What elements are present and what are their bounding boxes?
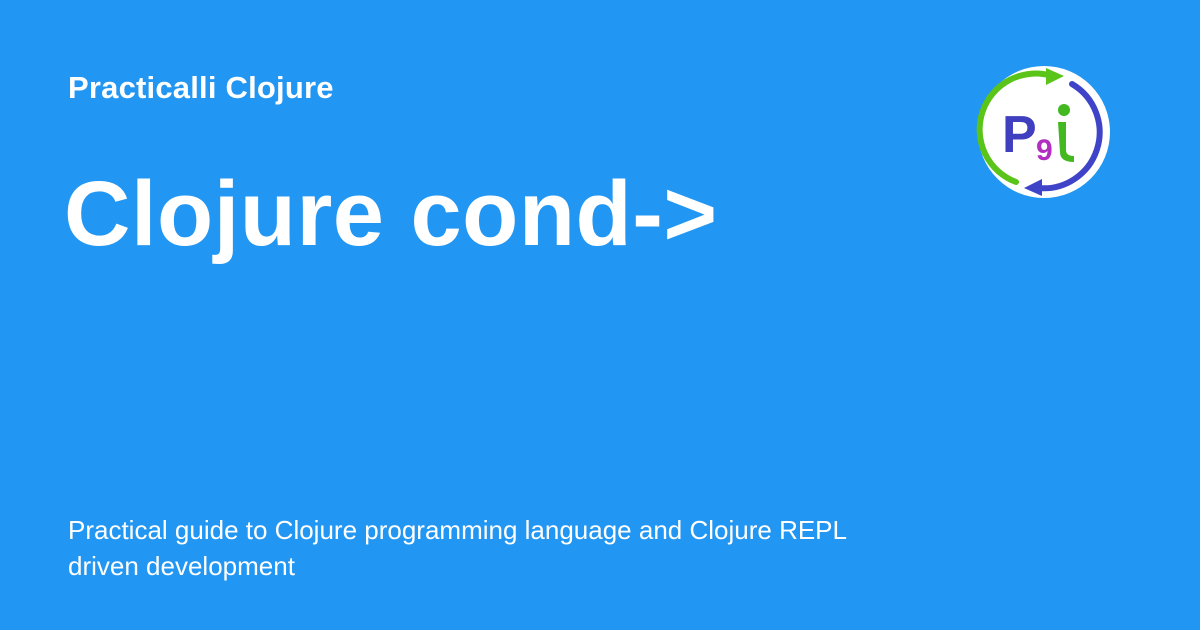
practicalli-logo-svg: P 9 (976, 66, 1110, 198)
site-name: Practicalli Clojure (68, 70, 334, 105)
page-description: Practical guide to Clojure programming l… (68, 515, 847, 581)
logo-letter-p: P (1002, 106, 1037, 164)
logo-letter-9: 9 (1036, 134, 1053, 167)
practicalli-logo-icon: P 9 (976, 64, 1112, 200)
social-card: Practicalli Clojure Clojure cond-> Pract… (0, 0, 1200, 630)
page-title: Clojure cond-> (64, 163, 718, 265)
logo-letter-i-dot (1058, 104, 1070, 116)
